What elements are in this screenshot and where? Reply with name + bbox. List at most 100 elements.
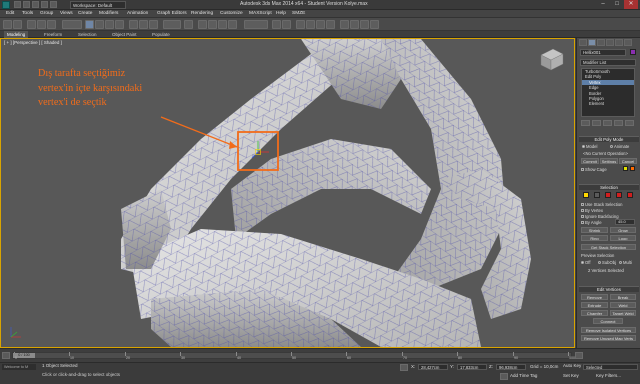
selected-dropdown[interactable]: Selected (583, 364, 638, 370)
pin-stack-icon[interactable] (581, 120, 590, 126)
tab-object-paint[interactable]: Object Paint (112, 31, 137, 38)
preview-subobj-radio[interactable]: SubObj (598, 260, 616, 265)
animate-radio[interactable]: Animate (610, 144, 629, 149)
selection-rollout[interactable]: Selection (579, 184, 639, 190)
named-selection-dropdown[interactable] (244, 20, 268, 29)
modifier-stack[interactable]: TurboSmooth Edit Poly Vertex Edge Border… (581, 68, 635, 117)
scale-icon[interactable] (149, 20, 158, 29)
pivot-center-icon[interactable] (184, 20, 193, 29)
make-unique-icon[interactable] (603, 120, 612, 126)
schematic-view-icon[interactable] (326, 20, 335, 29)
material-editor-icon[interactable] (340, 20, 349, 29)
menu-views[interactable]: Views (60, 10, 73, 18)
mirror-icon[interactable] (272, 20, 281, 29)
chamfer-button[interactable]: Chamfer (581, 310, 608, 316)
polygon-mode-icon[interactable] (616, 192, 622, 198)
angle-snap-icon[interactable] (208, 20, 217, 29)
bind-spacewarp-icon[interactable] (47, 20, 56, 29)
menu-customize[interactable]: Customize (220, 10, 243, 18)
loop-button[interactable]: Loop (610, 235, 636, 241)
tab-populate[interactable]: Populate (152, 31, 170, 38)
element-mode-icon[interactable] (627, 192, 633, 198)
grow-button[interactable]: Grow (610, 227, 636, 233)
remove-unused-map-button[interactable]: Remove Unused Map Verts (581, 335, 636, 341)
object-name-field[interactable]: Hellix001 (580, 49, 626, 56)
unlink-icon[interactable] (37, 20, 46, 29)
select-by-name-icon[interactable] (95, 20, 104, 29)
ref-coord-dropdown[interactable] (163, 20, 181, 29)
angle-field[interactable]: 45.0 (615, 219, 635, 225)
create-tab-icon[interactable] (579, 39, 587, 46)
undo-tool-icon[interactable] (3, 20, 12, 29)
select-object-icon[interactable] (85, 20, 94, 29)
rendered-frame-icon[interactable] (360, 20, 369, 29)
get-stack-selection-button[interactable]: Get Stack Selection (581, 244, 636, 250)
menu-smze[interactable]: SMZE (292, 10, 305, 18)
by-vertex-checkbox[interactable]: By Vertex (581, 208, 603, 213)
tab-selection[interactable]: Selection (78, 31, 97, 38)
add-time-tag-label[interactable]: Add Time Tag (510, 373, 537, 379)
cage-color-swatch[interactable] (623, 166, 628, 171)
break-button[interactable]: Break (610, 294, 636, 300)
auto-key-button[interactable]: Auto Key (563, 363, 581, 369)
ignore-backfacing-checkbox[interactable]: Ignore Backfacing (581, 214, 619, 219)
preview-multi-radio[interactable]: Multi (619, 260, 632, 265)
workspace-dropdown[interactable]: Workspace: Default (70, 1, 126, 9)
graphite-toggle-icon[interactable] (306, 20, 315, 29)
menu-animation[interactable]: Animation (127, 10, 148, 18)
z-coordinate-field[interactable]: 96,938cm (496, 364, 526, 370)
preview-off-radio[interactable]: Off (581, 260, 591, 265)
shrink-button[interactable]: Shrink (581, 227, 608, 233)
render-production-icon[interactable] (370, 20, 379, 29)
commit-button[interactable]: Commit (581, 158, 599, 164)
weld-button[interactable]: Weld (610, 302, 636, 308)
cage-selected-color-swatch[interactable] (630, 166, 635, 171)
border-mode-icon[interactable] (605, 192, 611, 198)
settings-button[interactable]: Settings (600, 158, 618, 164)
menu-modifiers[interactable]: Modifiers (99, 10, 118, 18)
target-weld-button[interactable]: Target Weld (610, 310, 636, 316)
show-cage-checkbox[interactable]: Show Cage (581, 167, 607, 172)
timeline-left-arrow-icon[interactable] (2, 352, 10, 359)
use-stack-checkbox[interactable]: Use Stack Selection (581, 202, 622, 207)
spinner-snap-icon[interactable] (228, 20, 237, 29)
stack-item-element[interactable]: Element (582, 101, 634, 106)
extrude-button[interactable]: Extrude (581, 302, 608, 308)
undo-icon[interactable] (41, 1, 48, 8)
remove-modifier-icon[interactable] (614, 120, 623, 126)
tab-modeling[interactable]: Modeling (4, 31, 29, 38)
render-setup-icon[interactable] (350, 20, 359, 29)
modify-tab-icon[interactable] (588, 39, 596, 46)
motion-tab-icon[interactable] (606, 39, 614, 46)
menu-create[interactable]: Create (78, 10, 92, 18)
menu-maxscript[interactable]: MAXScript (249, 10, 272, 18)
lock-selection-icon[interactable] (400, 364, 408, 371)
cancel-button[interactable]: Cancel (619, 158, 637, 164)
open-file-icon[interactable] (23, 1, 30, 8)
set-key-button[interactable]: Set Key (563, 373, 579, 379)
menu-edit[interactable]: Edit (6, 10, 14, 18)
layer-manager-icon[interactable] (296, 20, 305, 29)
y-coordinate-field[interactable]: 17,833cm (457, 364, 487, 370)
window-crossing-icon[interactable] (115, 20, 124, 29)
model-radio[interactable]: Model (582, 144, 597, 149)
maximize-button[interactable]: □ (610, 0, 624, 9)
menu-tools[interactable]: Tools (22, 10, 33, 18)
x-coordinate-field[interactable]: 28,427cm (418, 364, 448, 370)
redo-tool-icon[interactable] (13, 20, 22, 29)
curve-editor-icon[interactable] (316, 20, 325, 29)
selection-filter-dropdown[interactable] (62, 20, 82, 29)
edge-mode-icon[interactable] (594, 192, 600, 198)
utilities-tab-icon[interactable] (624, 39, 632, 46)
maxscript-listener[interactable]: Welcome to M (2, 364, 36, 370)
configure-sets-icon[interactable] (625, 120, 634, 126)
rotate-icon[interactable] (139, 20, 148, 29)
object-color-swatch[interactable] (630, 49, 636, 55)
show-end-result-icon[interactable] (592, 120, 601, 126)
key-filters-button[interactable]: Key Filters... (596, 373, 621, 379)
snap-toggle-icon[interactable] (198, 20, 207, 29)
new-file-icon[interactable] (14, 1, 21, 8)
redo-icon[interactable] (50, 1, 57, 8)
align-icon[interactable] (282, 20, 291, 29)
menu-graph-editors[interactable]: Graph Editors (157, 10, 187, 18)
